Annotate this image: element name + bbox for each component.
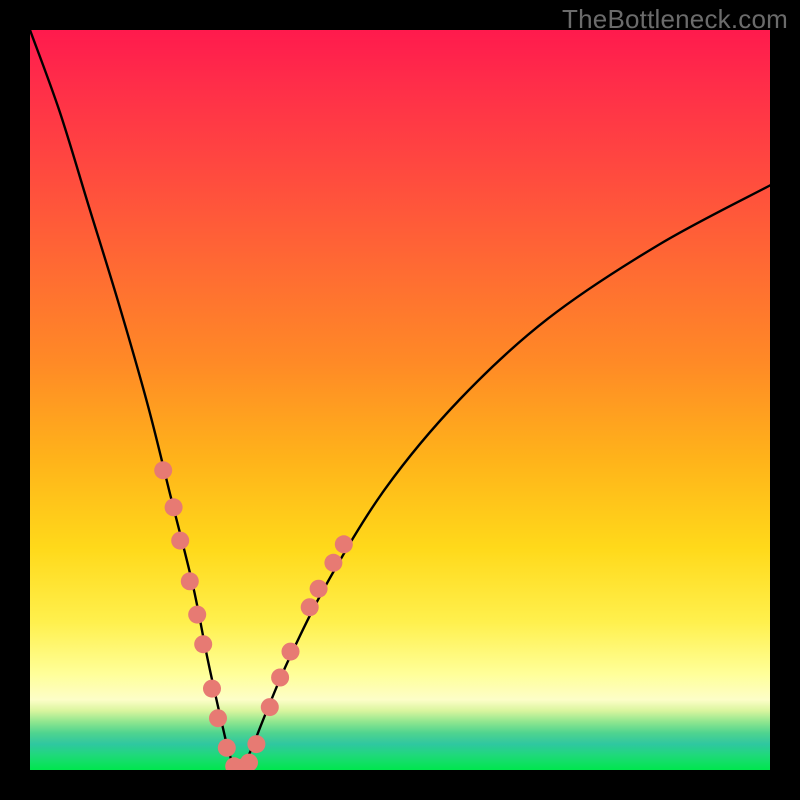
data-point (240, 754, 258, 770)
data-point (301, 598, 319, 616)
data-point (154, 461, 172, 479)
data-point (218, 739, 236, 757)
data-point (209, 709, 227, 727)
chart-frame: TheBottleneck.com (0, 0, 800, 800)
data-point (203, 680, 221, 698)
marker-group (154, 461, 353, 770)
data-point (171, 532, 189, 550)
data-point (181, 572, 199, 590)
chart-svg (30, 30, 770, 770)
data-point (282, 643, 300, 661)
bottleneck-curve (30, 30, 770, 770)
plot-area (30, 30, 770, 770)
data-point (194, 635, 212, 653)
data-point (165, 498, 183, 516)
data-point (310, 580, 328, 598)
data-point (188, 606, 206, 624)
data-point (335, 535, 353, 553)
data-point (247, 735, 265, 753)
data-point (271, 669, 289, 687)
watermark-text: TheBottleneck.com (562, 4, 788, 35)
data-point (324, 554, 342, 572)
data-point (261, 698, 279, 716)
